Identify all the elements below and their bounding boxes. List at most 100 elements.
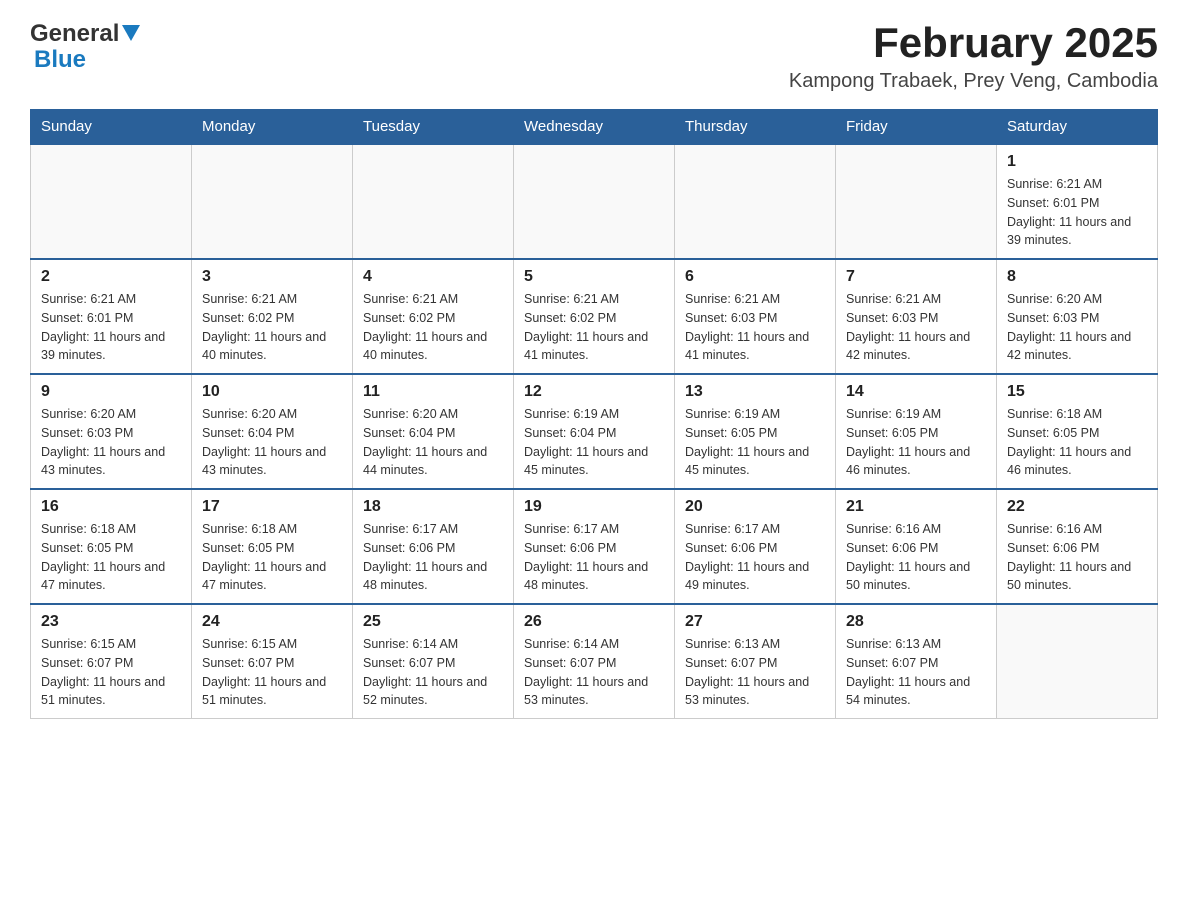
day-info: Sunrise: 6:19 AMSunset: 6:05 PMDaylight:… xyxy=(846,405,986,480)
day-number: 26 xyxy=(524,613,664,631)
column-header-saturday: Saturday xyxy=(997,110,1158,145)
calendar-week-row: 23 Sunrise: 6:15 AMSunset: 6:07 PMDayligh… xyxy=(31,604,1158,719)
day-info: Sunrise: 6:16 AMSunset: 6:06 PMDaylight:… xyxy=(846,520,986,595)
day-number: 4 xyxy=(363,268,503,286)
calendar-cell: 10 Sunrise: 6:20 AMSunset: 6:04 PMDayligh… xyxy=(192,374,353,489)
day-number: 8 xyxy=(1007,268,1147,286)
day-info: Sunrise: 6:20 AMSunset: 6:04 PMDaylight:… xyxy=(202,405,342,480)
day-number: 13 xyxy=(685,383,825,401)
calendar-cell: 3 Sunrise: 6:21 AMSunset: 6:02 PMDaylight… xyxy=(192,259,353,374)
calendar-cell: 27 Sunrise: 6:13 AMSunset: 6:07 PMDayligh… xyxy=(675,604,836,719)
day-info: Sunrise: 6:21 AMSunset: 6:02 PMDaylight:… xyxy=(524,290,664,365)
column-header-monday: Monday xyxy=(192,110,353,145)
day-info: Sunrise: 6:21 AMSunset: 6:02 PMDaylight:… xyxy=(202,290,342,365)
column-header-tuesday: Tuesday xyxy=(353,110,514,145)
day-info: Sunrise: 6:16 AMSunset: 6:06 PMDaylight:… xyxy=(1007,520,1147,595)
day-number: 21 xyxy=(846,498,986,516)
calendar-week-row: 2 Sunrise: 6:21 AMSunset: 6:01 PMDaylight… xyxy=(31,259,1158,374)
calendar-cell: 17 Sunrise: 6:18 AMSunset: 6:05 PMDayligh… xyxy=(192,489,353,604)
calendar-cell: 16Sunrise: 6:18 AMSunset: 6:05 PMDayligh… xyxy=(31,489,192,604)
day-info: Sunrise: 6:14 AMSunset: 6:07 PMDaylight:… xyxy=(524,635,664,710)
column-header-sunday: Sunday xyxy=(31,110,192,145)
calendar-table: SundayMondayTuesdayWednesdayThursdayFrid… xyxy=(30,109,1158,719)
day-info: Sunrise: 6:21 AMSunset: 6:01 PMDaylight:… xyxy=(1007,175,1147,250)
calendar-cell: 14 Sunrise: 6:19 AMSunset: 6:05 PMDayligh… xyxy=(836,374,997,489)
calendar-cell: 8 Sunrise: 6:20 AMSunset: 6:03 PMDaylight… xyxy=(997,259,1158,374)
calendar-cell: 12 Sunrise: 6:19 AMSunset: 6:04 PMDayligh… xyxy=(514,374,675,489)
day-info: Sunrise: 6:13 AMSunset: 6:07 PMDaylight:… xyxy=(685,635,825,710)
day-info: Sunrise: 6:21 AMSunset: 6:03 PMDaylight:… xyxy=(685,290,825,365)
day-number: 3 xyxy=(202,268,342,286)
day-number: 20 xyxy=(685,498,825,516)
calendar-cell xyxy=(997,604,1158,719)
calendar-week-row: 9 Sunrise: 6:20 AMSunset: 6:03 PMDaylight… xyxy=(31,374,1158,489)
day-number: 9 xyxy=(41,383,181,401)
page-header: General Blue February 2025 Kampong Traba… xyxy=(30,20,1158,93)
calendar-cell: 6Sunrise: 6:21 AMSunset: 6:03 PMDaylight… xyxy=(675,259,836,374)
calendar-cell xyxy=(353,144,514,259)
calendar-cell xyxy=(836,144,997,259)
day-info: Sunrise: 6:20 AMSunset: 6:03 PMDaylight:… xyxy=(41,405,181,480)
calendar-cell: 4 Sunrise: 6:21 AMSunset: 6:02 PMDaylight… xyxy=(353,259,514,374)
calendar-cell: 25Sunrise: 6:14 AMSunset: 6:07 PMDayligh… xyxy=(353,604,514,719)
calendar-cell: 18Sunrise: 6:17 AMSunset: 6:06 PMDayligh… xyxy=(353,489,514,604)
day-number: 1 xyxy=(1007,153,1147,171)
logo-general-text: General xyxy=(30,20,119,48)
day-info: Sunrise: 6:21 AMSunset: 6:01 PMDaylight:… xyxy=(41,290,181,365)
day-number: 11 xyxy=(363,383,503,401)
calendar-week-row: 16Sunrise: 6:18 AMSunset: 6:05 PMDayligh… xyxy=(31,489,1158,604)
day-number: 7 xyxy=(846,268,986,286)
calendar-cell: 22 Sunrise: 6:16 AMSunset: 6:06 PMDayligh… xyxy=(997,489,1158,604)
calendar-cell: 7Sunrise: 6:21 AMSunset: 6:03 PMDaylight… xyxy=(836,259,997,374)
day-number: 12 xyxy=(524,383,664,401)
calendar-header-row: SundayMondayTuesdayWednesdayThursdayFrid… xyxy=(31,110,1158,145)
day-number: 14 xyxy=(846,383,986,401)
calendar-cell: 20 Sunrise: 6:17 AMSunset: 6:06 PMDayligh… xyxy=(675,489,836,604)
day-number: 10 xyxy=(202,383,342,401)
day-info: Sunrise: 6:18 AMSunset: 6:05 PMDaylight:… xyxy=(202,520,342,595)
calendar-cell xyxy=(675,144,836,259)
day-number: 2 xyxy=(41,268,181,286)
day-number: 15 xyxy=(1007,383,1147,401)
calendar-cell: 28Sunrise: 6:13 AMSunset: 6:07 PMDayligh… xyxy=(836,604,997,719)
logo: General Blue xyxy=(30,20,140,74)
column-header-wednesday: Wednesday xyxy=(514,110,675,145)
calendar-cell: 23 Sunrise: 6:15 AMSunset: 6:07 PMDayligh… xyxy=(31,604,192,719)
day-info: Sunrise: 6:20 AMSunset: 6:03 PMDaylight:… xyxy=(1007,290,1147,365)
logo-blue-text: Blue xyxy=(34,46,86,74)
calendar-week-row: 1 Sunrise: 6:21 AMSunset: 6:01 PMDaylight… xyxy=(31,144,1158,259)
title-section: February 2025 Kampong Trabaek, Prey Veng… xyxy=(789,20,1158,93)
calendar-cell: 9 Sunrise: 6:20 AMSunset: 6:03 PMDaylight… xyxy=(31,374,192,489)
calendar-cell: 13 Sunrise: 6:19 AMSunset: 6:05 PMDayligh… xyxy=(675,374,836,489)
column-header-thursday: Thursday xyxy=(675,110,836,145)
calendar-cell: 26 Sunrise: 6:14 AMSunset: 6:07 PMDayligh… xyxy=(514,604,675,719)
day-info: Sunrise: 6:15 AMSunset: 6:07 PMDaylight:… xyxy=(202,635,342,710)
day-number: 18 xyxy=(363,498,503,516)
column-header-friday: Friday xyxy=(836,110,997,145)
calendar-cell: 24 Sunrise: 6:15 AMSunset: 6:07 PMDayligh… xyxy=(192,604,353,719)
day-info: Sunrise: 6:19 AMSunset: 6:05 PMDaylight:… xyxy=(685,405,825,480)
calendar-cell xyxy=(514,144,675,259)
logo-triangle-icon xyxy=(122,25,140,46)
calendar-cell: 21 Sunrise: 6:16 AMSunset: 6:06 PMDayligh… xyxy=(836,489,997,604)
calendar-cell: 2 Sunrise: 6:21 AMSunset: 6:01 PMDaylight… xyxy=(31,259,192,374)
day-number: 23 xyxy=(41,613,181,631)
calendar-cell: 11Sunrise: 6:20 AMSunset: 6:04 PMDayligh… xyxy=(353,374,514,489)
day-info: Sunrise: 6:17 AMSunset: 6:06 PMDaylight:… xyxy=(685,520,825,595)
day-info: Sunrise: 6:13 AMSunset: 6:07 PMDaylight:… xyxy=(846,635,986,710)
day-info: Sunrise: 6:18 AMSunset: 6:05 PMDaylight:… xyxy=(1007,405,1147,480)
day-number: 25 xyxy=(363,613,503,631)
day-number: 19 xyxy=(524,498,664,516)
day-number: 24 xyxy=(202,613,342,631)
day-info: Sunrise: 6:17 AMSunset: 6:06 PMDaylight:… xyxy=(524,520,664,595)
calendar-cell xyxy=(192,144,353,259)
day-info: Sunrise: 6:21 AMSunset: 6:02 PMDaylight:… xyxy=(363,290,503,365)
day-info: Sunrise: 6:19 AMSunset: 6:04 PMDaylight:… xyxy=(524,405,664,480)
calendar-subtitle: Kampong Trabaek, Prey Veng, Cambodia xyxy=(789,70,1158,93)
day-info: Sunrise: 6:15 AMSunset: 6:07 PMDaylight:… xyxy=(41,635,181,710)
day-number: 17 xyxy=(202,498,342,516)
calendar-cell xyxy=(31,144,192,259)
calendar-cell: 1 Sunrise: 6:21 AMSunset: 6:01 PMDaylight… xyxy=(997,144,1158,259)
day-number: 22 xyxy=(1007,498,1147,516)
day-number: 27 xyxy=(685,613,825,631)
